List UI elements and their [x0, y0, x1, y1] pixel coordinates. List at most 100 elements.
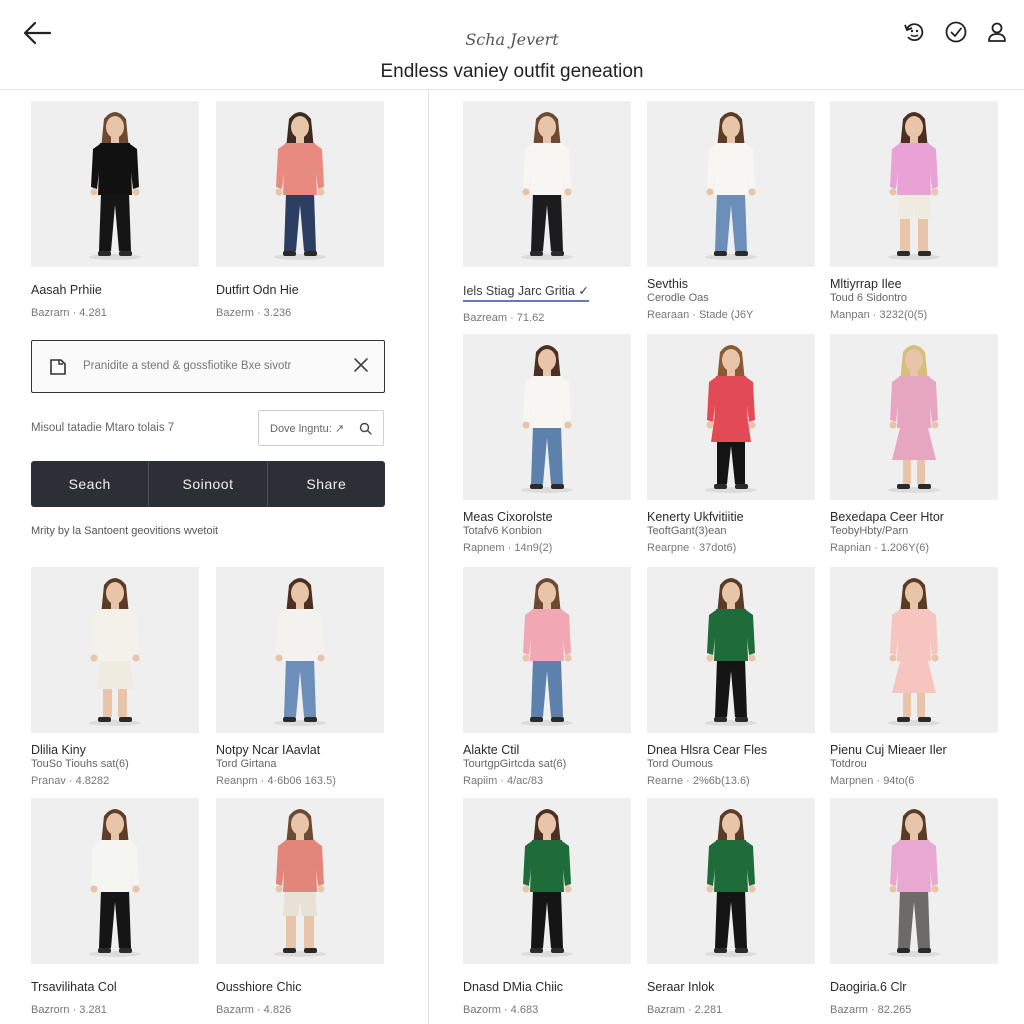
- model-photo[interactable]: [31, 101, 199, 267]
- model-figure: [216, 101, 384, 267]
- model-figure: [830, 334, 998, 500]
- outfit-name: Dutfirt Odn Hie: [216, 283, 299, 297]
- model-figure: [463, 334, 631, 500]
- outfit-card[interactable]: Dutfirt Odn Hie Bazerm · 3.236: [216, 101, 384, 321]
- model-photo[interactable]: [830, 101, 998, 267]
- outfit-card[interactable]: Dlilia Kiny TouSo Tiouhs sat(6) Pranav ·…: [31, 567, 199, 789]
- outfit-name: Dnea Hlsra Cear Fles: [647, 743, 768, 757]
- model-figure: [647, 334, 815, 500]
- outfit-meta: Bazarm · 82.265: [830, 1004, 912, 1016]
- model-photo[interactable]: [216, 567, 384, 733]
- helper-note: Mrity by la Santoent geovitions wvetoit: [31, 525, 219, 537]
- outfit-card[interactable]: Alakte Ctil TourtgpGirtcda sat(6) Rapiim…: [463, 567, 631, 789]
- model-photo[interactable]: [647, 101, 815, 267]
- outfit-name: Meas Cixorolste: [463, 510, 553, 524]
- outfit-meta: Bazarm · 4.826: [216, 1004, 292, 1016]
- header-subtitle: Scha Jevert: [465, 30, 559, 49]
- outfit-card[interactable]: Meas Cixorolste Totafv6 Konbion Rapnem ·…: [463, 334, 631, 556]
- outfit-meta: Rearaan · Stade (J6Y: [647, 309, 754, 321]
- model-photo[interactable]: [830, 798, 998, 964]
- model-photo[interactable]: [31, 567, 199, 733]
- outfit-name: Ousshiore Chic: [216, 980, 302, 994]
- outfit-name: Mltiyrrap Ilee: [830, 277, 902, 291]
- filter-label: Misoul tatadie Mtaro tolais 7: [31, 422, 175, 434]
- model-photo[interactable]: [647, 334, 815, 500]
- search-placeholder: Pranidite a stend & gossfiotike Bxe sivo…: [83, 360, 292, 372]
- page-title: Endless vaniey outfit geneation: [380, 61, 644, 82]
- outfit-name: Bexedapa Ceer Htor: [830, 510, 944, 524]
- outfit-meta: Reanpm · 4·6b06 163.5): [216, 775, 336, 787]
- model-figure: [647, 567, 815, 733]
- action-button-group: Seach Soinoot Share: [31, 461, 385, 507]
- model-photo[interactable]: [830, 567, 998, 733]
- outfit-name: Dlilia Kiny: [31, 743, 86, 757]
- outfit-detail: TourtgpGirtcda sat(6): [463, 758, 567, 770]
- outfit-card[interactable]: Ousshiore Chic Bazarm · 4.826: [216, 798, 384, 1018]
- outfit-name: Alakte Ctil: [463, 743, 520, 757]
- model-photo[interactable]: [216, 798, 384, 964]
- model-photo[interactable]: [463, 798, 631, 964]
- model-figure: [830, 101, 998, 267]
- model-figure: [830, 567, 998, 733]
- outfit-card[interactable]: Aasah Prhiie Bazrarn · 4.281: [31, 101, 199, 321]
- outfit-detail: Tord Oumous: [647, 758, 714, 770]
- outfit-name: Aasah Prhiie: [31, 283, 102, 297]
- model-figure: [830, 798, 998, 964]
- model-photo[interactable]: [647, 798, 815, 964]
- outfit-card[interactable]: Dnasd DMia Chiic Bazorm · 4.683: [463, 798, 631, 1018]
- outfit-meta: Bazorm · 4.683: [463, 1004, 539, 1016]
- search-button[interactable]: Seach: [31, 461, 148, 507]
- outfit-meta: Rapnem · 14n9(2): [463, 542, 553, 554]
- outfit-detail: Totdrou: [830, 758, 867, 770]
- outfit-card[interactable]: Trsavilihata Col Bazrorn · 3.281: [31, 798, 199, 1018]
- model-photo[interactable]: [463, 567, 631, 733]
- filter-input[interactable]: Dove lngntu: ↗: [258, 410, 384, 446]
- outfit-detail: TeoftGant(3)ean: [647, 525, 727, 537]
- outfit-card[interactable]: Sevthis Cerodle Oas Rearaan · Stade (J6Y: [647, 101, 815, 323]
- outfit-card[interactable]: Pienu Cuj Mieaer Iler Totdrou Marpnen · …: [830, 567, 998, 789]
- shoot-button[interactable]: Soinoot: [148, 461, 266, 507]
- model-photo[interactable]: [216, 101, 384, 267]
- outfit-name: Iels Stiag Jarc Gritia ✓: [463, 283, 631, 302]
- prompt-search-field[interactable]: Pranidite a stend & gossfiotike Bxe sivo…: [31, 340, 385, 393]
- outfit-card[interactable]: Dnea Hlsra Cear Fles Tord Oumous Rearne …: [647, 567, 815, 789]
- outfit-meta: Marpnen · 94to(6: [830, 775, 915, 787]
- outfit-meta: Rearne · 2%6b(13.6): [647, 775, 750, 787]
- outfit-name: Sevthis: [647, 277, 688, 291]
- close-icon[interactable]: [352, 356, 370, 374]
- refresh-face-icon[interactable]: [902, 20, 926, 44]
- check-circle-icon[interactable]: [944, 20, 968, 44]
- outfit-meta: Bazream · 71.62: [463, 312, 545, 324]
- model-photo[interactable]: [31, 798, 199, 964]
- user-icon[interactable]: [985, 20, 1009, 44]
- outfit-meta: Pranav · 4.8282: [31, 775, 110, 787]
- outfit-name: Dnasd DMia Chiic: [463, 980, 564, 994]
- model-photo[interactable]: [463, 334, 631, 500]
- model-photo[interactable]: [463, 101, 631, 267]
- outfit-detail: Cerodle Oas: [647, 292, 709, 304]
- outfit-card[interactable]: Bexedapa Ceer Htor TeobyHbty/Parn Rapnia…: [830, 334, 998, 556]
- outfit-detail: Tord Girtana: [216, 758, 277, 770]
- model-figure: [463, 567, 631, 733]
- note-icon: [50, 359, 66, 375]
- model-figure: [31, 798, 199, 964]
- model-figure: [216, 567, 384, 733]
- filter-placeholder: Dove lngntu: ↗: [270, 423, 345, 435]
- selected-outfit-name[interactable]: Iels Stiag Jarc Gritia ✓: [463, 283, 589, 302]
- share-button[interactable]: Share: [266, 461, 385, 507]
- model-photo[interactable]: [830, 334, 998, 500]
- outfit-meta: Bazrarn · 4.281: [31, 307, 107, 319]
- outfit-card[interactable]: Iels Stiag Jarc Gritia ✓ Bazream · 71.62: [463, 101, 631, 326]
- outfit-card[interactable]: Daogiria.6 Clr Bazarm · 82.265: [830, 798, 998, 1018]
- outfit-card[interactable]: Notpy Ncar IAavlat Tord Girtana Reanpm ·…: [216, 567, 384, 789]
- outfit-card[interactable]: Kenerty Ukfvitiitie TeoftGant(3)ean Rear…: [647, 334, 815, 556]
- outfit-name: Seraar Inlok: [647, 980, 715, 994]
- outfit-card[interactable]: Seraar Inlok Bazram · 2.281: [647, 798, 815, 1018]
- search-icon[interactable]: [359, 422, 372, 435]
- outfit-card[interactable]: Mltiyrrap Ilee Toud 6 Sidontro Manpan · …: [830, 101, 998, 323]
- outfit-detail: TouSo Tiouhs sat(6): [31, 758, 129, 770]
- model-figure: [463, 101, 631, 267]
- model-photo[interactable]: [647, 567, 815, 733]
- outfit-meta: Rapnian · 1.206Y(6): [830, 542, 930, 554]
- model-figure: [647, 101, 815, 267]
